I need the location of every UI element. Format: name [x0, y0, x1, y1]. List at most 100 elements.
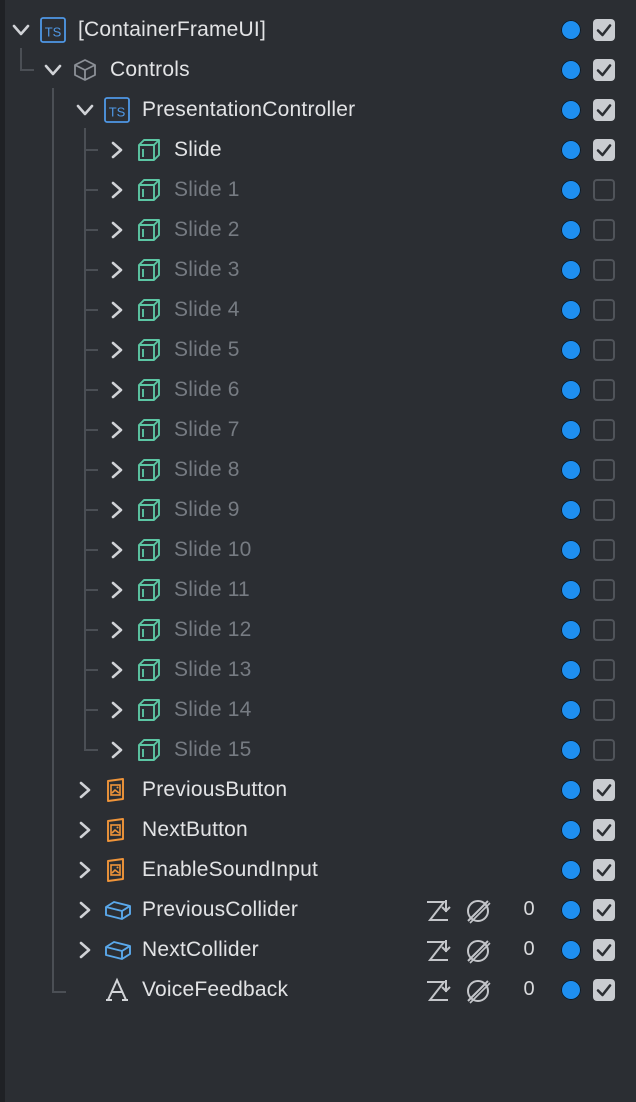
chevron-right-icon[interactable]: [107, 580, 127, 600]
chevron-right-icon[interactable]: [107, 140, 127, 160]
enabled-checkbox[interactable]: [593, 339, 615, 361]
layer-dot[interactable]: [561, 860, 581, 880]
tree-row[interactable]: NextCollider 0: [0, 930, 636, 970]
chevron-right-icon[interactable]: [107, 260, 127, 280]
chevron-right-icon[interactable]: [107, 420, 127, 440]
enabled-checkbox[interactable]: [593, 979, 615, 1001]
chevron-right-icon[interactable]: [107, 540, 127, 560]
chevron-right-icon[interactable]: [107, 340, 127, 360]
layer-dot[interactable]: [561, 300, 581, 320]
layer-dot[interactable]: [561, 20, 581, 40]
tree-row[interactable]: Controls: [0, 50, 636, 90]
chevron-down-icon[interactable]: [11, 20, 31, 40]
chevron-right-icon[interactable]: [75, 900, 95, 920]
visibility-hidden-icon[interactable]: [464, 977, 492, 1005]
layer-dot[interactable]: [561, 620, 581, 640]
tree-row[interactable]: Slide 14: [0, 690, 636, 730]
layer-dot[interactable]: [561, 900, 581, 920]
visibility-hidden-icon[interactable]: [464, 897, 492, 925]
enabled-checkbox[interactable]: [593, 579, 615, 601]
chevron-right-icon[interactable]: [75, 820, 95, 840]
enabled-checkbox[interactable]: [593, 19, 615, 41]
tree-row[interactable]: Slide 15: [0, 730, 636, 770]
layer-dot[interactable]: [561, 220, 581, 240]
tree-row[interactable]: Slide 4: [0, 290, 636, 330]
chevron-down-icon[interactable]: [43, 60, 63, 80]
tree-row[interactable]: PreviousButton: [0, 770, 636, 810]
enabled-checkbox[interactable]: [593, 99, 615, 121]
tree-row[interactable]: Slide 10: [0, 530, 636, 570]
layer-dot[interactable]: [561, 740, 581, 760]
tree-row[interactable]: Slide 6: [0, 370, 636, 410]
layer-dot[interactable]: [561, 60, 581, 80]
tree-row[interactable]: EnableSoundInput: [0, 850, 636, 890]
enabled-checkbox[interactable]: [593, 819, 615, 841]
chevron-right-icon[interactable]: [107, 740, 127, 760]
enabled-checkbox[interactable]: [593, 939, 615, 961]
tree-row[interactable]: TS [ContainerFrameUI]: [0, 10, 636, 50]
enabled-checkbox[interactable]: [593, 699, 615, 721]
tree-row[interactable]: Slide 2: [0, 210, 636, 250]
visibility-hidden-icon[interactable]: [464, 937, 492, 965]
tree-row[interactable]: Slide 12: [0, 610, 636, 650]
layer-sort-icon[interactable]: [424, 938, 452, 964]
chevron-right-icon[interactable]: [107, 620, 127, 640]
enabled-checkbox[interactable]: [593, 859, 615, 881]
tree-row[interactable]: Slide 7: [0, 410, 636, 450]
layer-dot[interactable]: [561, 820, 581, 840]
layer-dot[interactable]: [561, 500, 581, 520]
tree-row[interactable]: Slide 5: [0, 330, 636, 370]
layer-dot[interactable]: [561, 940, 581, 960]
tree-row[interactable]: Slide: [0, 130, 636, 170]
enabled-checkbox[interactable]: [593, 419, 615, 441]
layer-dot[interactable]: [561, 260, 581, 280]
layer-dot[interactable]: [561, 460, 581, 480]
enabled-checkbox[interactable]: [593, 139, 615, 161]
tree-row[interactable]: Slide 11: [0, 570, 636, 610]
chevron-right-icon[interactable]: [107, 660, 127, 680]
enabled-checkbox[interactable]: [593, 59, 615, 81]
layer-dot[interactable]: [561, 340, 581, 360]
enabled-checkbox[interactable]: [593, 459, 615, 481]
layer-sort-icon[interactable]: [424, 978, 452, 1004]
tree-row[interactable]: Slide 8: [0, 450, 636, 490]
chevron-right-icon[interactable]: [75, 860, 95, 880]
chevron-right-icon[interactable]: [107, 460, 127, 480]
enabled-checkbox[interactable]: [593, 659, 615, 681]
layer-dot[interactable]: [561, 980, 581, 1000]
tree-row[interactable]: Slide 9: [0, 490, 636, 530]
enabled-checkbox[interactable]: [593, 179, 615, 201]
tree-row[interactable]: PreviousCollider 0: [0, 890, 636, 930]
layer-dot[interactable]: [561, 140, 581, 160]
enabled-checkbox[interactable]: [593, 379, 615, 401]
chevron-right-icon[interactable]: [75, 780, 95, 800]
enabled-checkbox[interactable]: [593, 259, 615, 281]
layer-dot[interactable]: [561, 660, 581, 680]
enabled-checkbox[interactable]: [593, 899, 615, 921]
layer-dot[interactable]: [561, 580, 581, 600]
layer-dot[interactable]: [561, 100, 581, 120]
enabled-checkbox[interactable]: [593, 619, 615, 641]
layer-dot[interactable]: [561, 700, 581, 720]
layer-dot[interactable]: [561, 180, 581, 200]
chevron-right-icon[interactable]: [107, 380, 127, 400]
enabled-checkbox[interactable]: [593, 499, 615, 521]
enabled-checkbox[interactable]: [593, 219, 615, 241]
tree-row[interactable]: Slide 13: [0, 650, 636, 690]
tree-row[interactable]: Slide 3: [0, 250, 636, 290]
enabled-checkbox[interactable]: [593, 539, 615, 561]
layer-dot[interactable]: [561, 780, 581, 800]
chevron-right-icon[interactable]: [107, 500, 127, 520]
layer-dot[interactable]: [561, 540, 581, 560]
chevron-right-icon[interactable]: [75, 940, 95, 960]
tree-row[interactable]: VoiceFeedback 0: [0, 970, 636, 1010]
chevron-right-icon[interactable]: [107, 700, 127, 720]
chevron-down-icon[interactable]: [75, 100, 95, 120]
layer-dot[interactable]: [561, 420, 581, 440]
chevron-right-icon[interactable]: [107, 300, 127, 320]
tree-row[interactable]: NextButton: [0, 810, 636, 850]
layer-dot[interactable]: [561, 380, 581, 400]
enabled-checkbox[interactable]: [593, 739, 615, 761]
enabled-checkbox[interactable]: [593, 299, 615, 321]
layer-sort-icon[interactable]: [424, 898, 452, 924]
